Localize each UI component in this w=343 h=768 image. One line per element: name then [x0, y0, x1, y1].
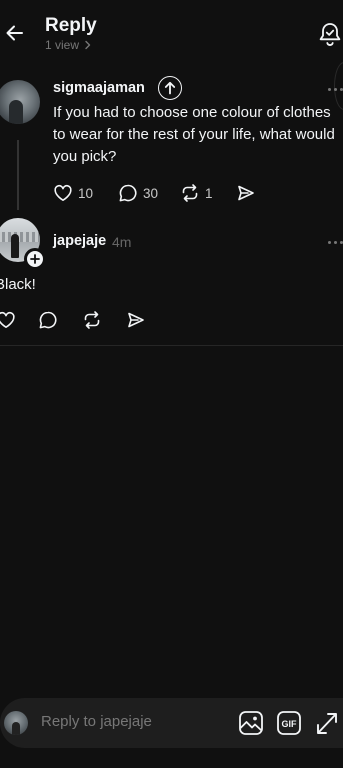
repost-icon	[182, 184, 198, 202]
view-count-label: 1 view	[45, 38, 80, 52]
image-icon[interactable]	[238, 710, 264, 736]
repost-icon	[84, 311, 100, 329]
view-count[interactable]: 1 view	[45, 38, 92, 52]
comment-button[interactable]: 30	[118, 183, 158, 203]
divider	[0, 345, 343, 346]
like-button[interactable]	[0, 310, 16, 330]
avatar	[4, 711, 28, 735]
more-options-icon[interactable]	[328, 86, 343, 92]
gif-icon[interactable]: GIF	[276, 710, 302, 736]
reply-text: Black!	[0, 276, 36, 293]
post-text: If you had to choose one colour of cloth…	[53, 104, 335, 165]
comment-count: 30	[143, 185, 159, 201]
expand-icon[interactable]	[315, 710, 339, 736]
like-count: 10	[78, 185, 94, 201]
avatar[interactable]	[0, 80, 40, 124]
comment-icon	[119, 184, 137, 202]
avatar-figure	[9, 100, 23, 124]
reply-username[interactable]: japejaje	[53, 233, 106, 249]
reply-composer: GIF	[0, 698, 343, 748]
post-username[interactable]: sigmaajaman	[53, 80, 145, 96]
send-icon	[238, 185, 254, 201]
svg-text:GIF: GIF	[282, 719, 298, 729]
back-arrow-icon[interactable]	[2, 20, 28, 46]
heart-icon	[0, 311, 15, 328]
follow-plus-icon[interactable]	[24, 248, 46, 270]
notification-bell-icon[interactable]	[317, 20, 343, 48]
send-icon	[128, 312, 144, 328]
repost-button[interactable]	[82, 310, 102, 330]
share-button[interactable]	[236, 183, 256, 203]
chevron-right-icon	[85, 40, 91, 50]
share-button[interactable]	[126, 310, 146, 330]
like-button[interactable]: 10	[53, 183, 93, 203]
reply-timestamp: 4m	[112, 234, 132, 250]
avatar-building	[0, 232, 40, 242]
comment-icon	[39, 311, 57, 329]
page-title: Reply	[45, 15, 97, 36]
more-options-icon[interactable]	[328, 239, 343, 245]
avatar-figure	[11, 234, 19, 258]
repost-button[interactable]: 1	[180, 183, 213, 203]
repost-count: 1	[205, 185, 213, 201]
top-bar: Reply 1 view	[0, 0, 343, 60]
heart-icon	[54, 184, 72, 201]
comment-button[interactable]	[38, 310, 58, 330]
thread-line	[17, 140, 19, 210]
reply-input[interactable]	[41, 713, 221, 730]
up-arrow-icon[interactable]	[158, 76, 182, 100]
